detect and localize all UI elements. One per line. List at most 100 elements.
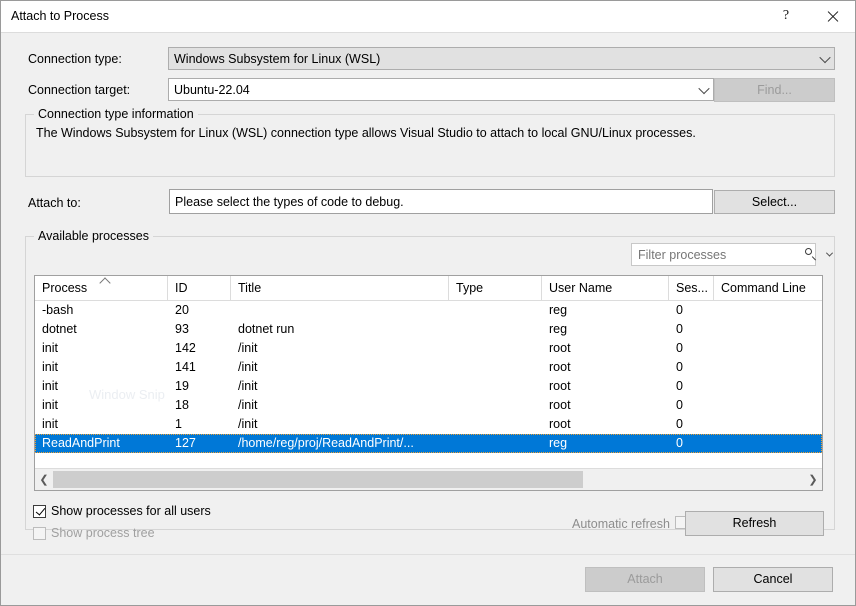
cell-process: init	[35, 339, 168, 358]
help-button[interactable]: ?	[763, 1, 809, 31]
cell-process: init	[35, 358, 168, 377]
attach-to-label: Attach to:	[28, 196, 81, 210]
cell-cmd	[714, 339, 822, 358]
table-row[interactable]: init18/initroot0	[35, 396, 822, 415]
select-button[interactable]: Select...	[714, 190, 835, 214]
table-row[interactable]: init142/init root0	[35, 339, 822, 358]
horizontal-scrollbar[interactable]: ❮ ❯	[35, 468, 822, 490]
connection-target-combobox[interactable]: Ubuntu-22.04	[168, 78, 714, 101]
table-row[interactable]: -bash20reg0	[35, 301, 822, 320]
show-process-tree-checkbox[interactable]: Show process tree	[33, 526, 155, 540]
show-process-tree-label: Show process tree	[51, 526, 155, 540]
cell-ses: 0	[669, 434, 714, 453]
filter-chevron-down-icon[interactable]	[823, 244, 836, 265]
cell-title: /home/reg/proj/ReadAndPrint/...	[231, 434, 449, 453]
cell-type	[449, 396, 542, 415]
cell-cmd	[714, 377, 822, 396]
cell-user: root	[542, 358, 669, 377]
checkbox-box	[33, 527, 46, 540]
cell-ses: 0	[669, 339, 714, 358]
find-button[interactable]: Find...	[714, 78, 835, 102]
table-row[interactable]: init19/initroot0	[35, 377, 822, 396]
cell-user: root	[542, 377, 669, 396]
connection-type-label: Connection type:	[28, 52, 122, 66]
column-header-process-label: Process	[42, 281, 87, 295]
process-list-body: -bash20reg0dotnet93dotnet runreg0init142…	[35, 301, 822, 470]
cell-type	[449, 415, 542, 434]
cell-process: init	[35, 396, 168, 415]
cell-type	[449, 434, 542, 453]
cell-title: /init	[231, 339, 449, 358]
cell-cmd	[714, 396, 822, 415]
attach-to-value-field[interactable]: Please select the types of code to debug…	[169, 189, 713, 214]
connection-type-information-text: The Windows Subsystem for Linux (WSL) co…	[36, 125, 824, 141]
cell-type	[449, 377, 542, 396]
cell-ses: 0	[669, 377, 714, 396]
process-list[interactable]: Process ID Title Type User Name Ses... C…	[34, 275, 823, 491]
column-header-type[interactable]: Type	[449, 276, 542, 300]
table-row[interactable]: init1/initroot0	[35, 415, 822, 434]
checkbox-box	[33, 505, 46, 518]
magnifier-icon	[801, 244, 823, 265]
table-row[interactable]: ReadAndPrint127/home/reg/proj/ReadAndPri…	[35, 434, 822, 453]
column-header-command-line[interactable]: Command Line	[714, 276, 822, 300]
cell-id: 1	[168, 415, 231, 434]
window-title: Attach to Process	[11, 9, 109, 23]
sort-ascending-icon	[99, 277, 110, 288]
available-processes-title: Available processes	[34, 229, 153, 243]
cell-cmd	[714, 415, 822, 434]
close-icon	[826, 10, 839, 23]
table-row[interactable]: init141/initroot0	[35, 358, 822, 377]
cell-ses: 0	[669, 415, 714, 434]
cell-process: init	[35, 415, 168, 434]
cell-user: reg	[542, 301, 669, 320]
cell-user: reg	[542, 320, 669, 339]
scrollbar-track[interactable]	[53, 470, 804, 490]
chevron-down-icon	[695, 79, 713, 100]
connection-target-label: Connection target:	[28, 83, 130, 97]
attach-button[interactable]: Attach	[585, 567, 705, 592]
cell-title: /init	[231, 396, 449, 415]
connection-type-combobox[interactable]: Windows Subsystem for Linux (WSL)	[168, 47, 835, 70]
chevron-left-icon[interactable]: ❮	[35, 470, 53, 490]
close-button[interactable]	[809, 1, 855, 31]
cell-process: ReadAndPrint	[35, 434, 168, 453]
cell-id: 19	[168, 377, 231, 396]
cell-title	[231, 301, 449, 320]
cell-id: 141	[168, 358, 231, 377]
cell-id: 127	[168, 434, 231, 453]
question-mark-icon: ?	[783, 9, 789, 23]
cell-ses: 0	[669, 396, 714, 415]
refresh-button[interactable]: Refresh	[685, 511, 824, 536]
cell-cmd	[714, 434, 822, 453]
cell-type	[449, 339, 542, 358]
cancel-button[interactable]: Cancel	[713, 567, 833, 592]
connection-type-information-title: Connection type information	[34, 107, 198, 121]
show-processes-for-all-users-checkbox[interactable]: Show processes for all users	[33, 504, 211, 518]
automatic-refresh-label: Automatic refresh	[572, 517, 670, 531]
table-row[interactable]: dotnet93dotnet runreg0	[35, 320, 822, 339]
column-header-title[interactable]: Title	[231, 276, 449, 300]
cell-process: -bash	[35, 301, 168, 320]
cell-ses: 0	[669, 358, 714, 377]
column-header-id[interactable]: ID	[168, 276, 231, 300]
filter-processes-box[interactable]	[631, 243, 816, 266]
cell-id: 18	[168, 396, 231, 415]
footer-separator	[1, 554, 855, 555]
cell-id: 142	[168, 339, 231, 358]
column-header-user-name[interactable]: User Name	[542, 276, 669, 300]
chevron-down-icon	[816, 48, 834, 69]
cell-process: dotnet	[35, 320, 168, 339]
cell-title: dotnet run	[231, 320, 449, 339]
column-header-process[interactable]: Process	[35, 276, 168, 300]
chevron-right-icon[interactable]: ❯	[804, 470, 822, 490]
cell-user: root	[542, 339, 669, 358]
connection-type-information-group: Connection type information The Windows …	[25, 114, 835, 177]
filter-processes-input[interactable]	[632, 244, 801, 265]
scrollbar-thumb[interactable]	[53, 471, 583, 488]
cell-cmd	[714, 320, 822, 339]
cell-cmd	[714, 301, 822, 320]
column-header-session[interactable]: Ses...	[669, 276, 714, 300]
show-processes-for-all-users-label: Show processes for all users	[51, 504, 211, 518]
process-list-header: Process ID Title Type User Name Ses... C…	[35, 276, 822, 301]
